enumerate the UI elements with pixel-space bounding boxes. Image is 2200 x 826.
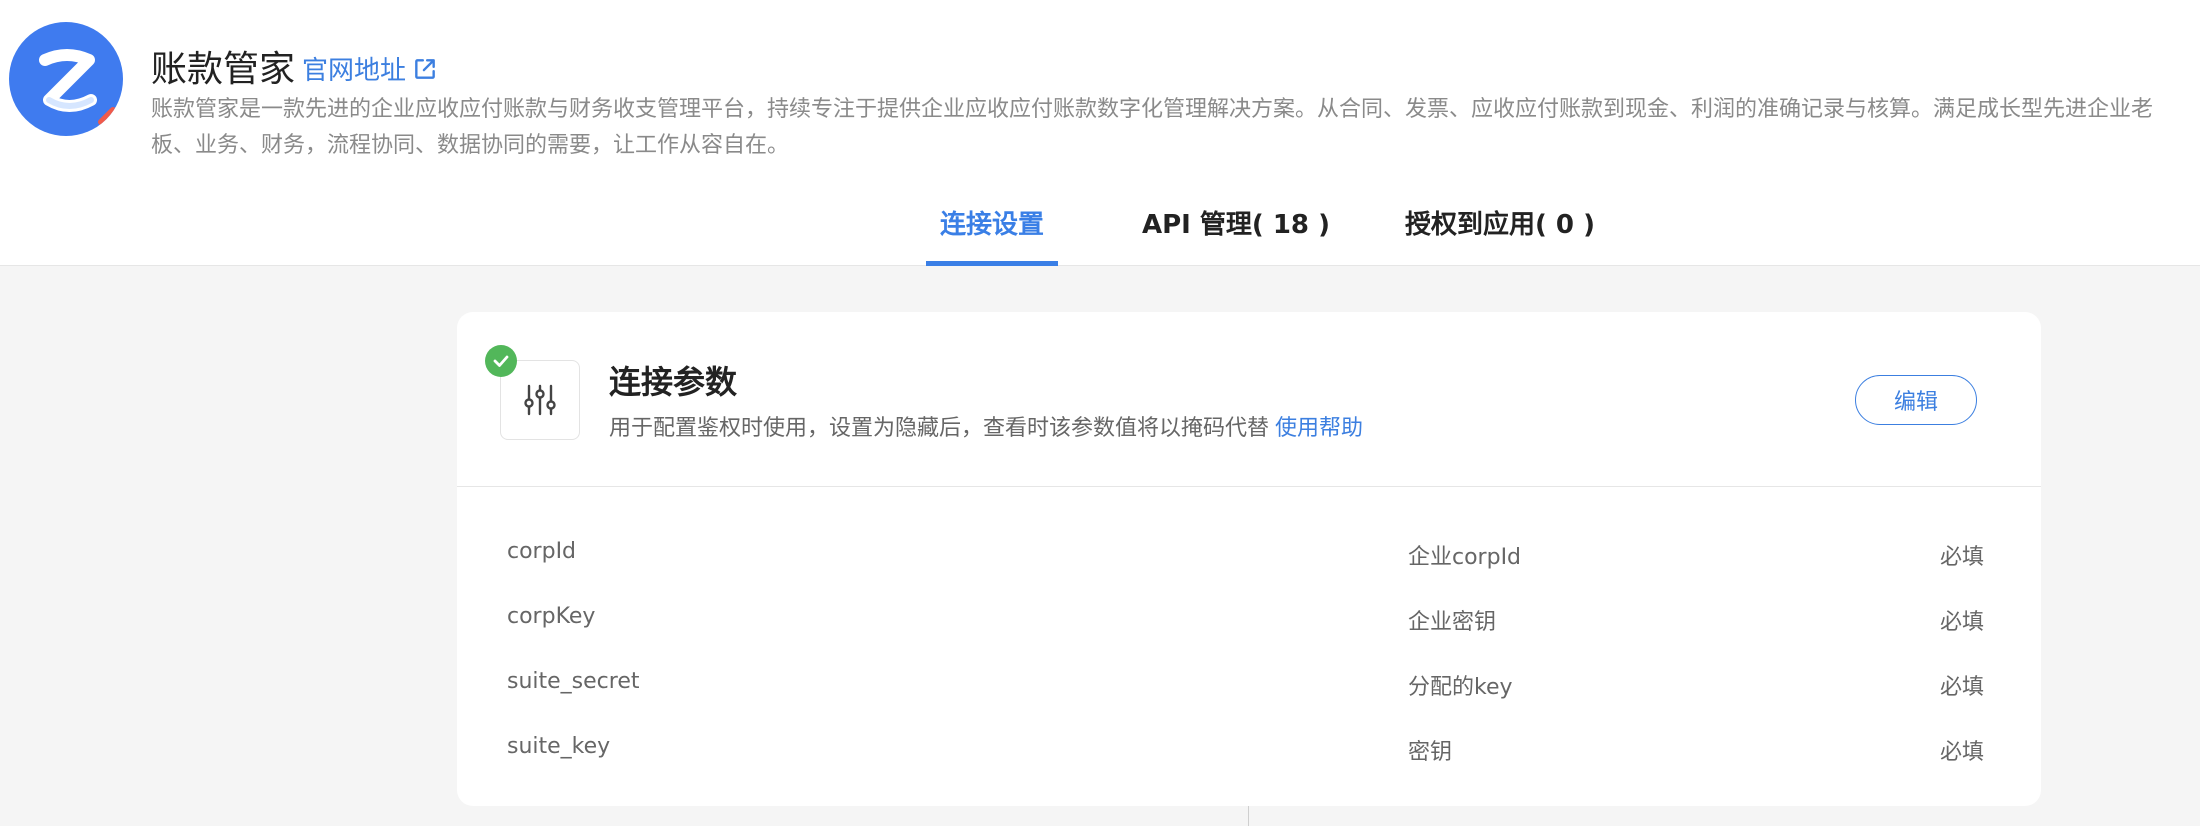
tab-bar: 连接设置 API 管理( 18 ) 授权到应用( 0 ) xyxy=(0,200,2200,266)
param-desc: 分配的key xyxy=(1408,675,1513,700)
param-name: suite_secret xyxy=(507,669,640,694)
z-logo-icon xyxy=(9,22,123,136)
param-required: 必填 xyxy=(1939,740,1984,765)
param-name: corpKey xyxy=(507,604,596,629)
tab-api-management[interactable]: API 管理( 18 ) xyxy=(1142,200,1330,266)
param-desc: 密钥 xyxy=(1408,740,1453,765)
param-required: 必填 xyxy=(1939,545,1984,570)
param-row: corpKey 企业密钥 必填 xyxy=(457,598,2041,638)
official-site-link[interactable]: 官网地址 xyxy=(302,50,438,87)
param-row: corpId 企业corpId 必填 xyxy=(457,533,2041,573)
divider xyxy=(1248,806,1249,826)
connection-params-card: 连接参数 用于配置鉴权时使用，设置为隐藏后，查看时该参数值将以掩码代替 使用帮助 … xyxy=(457,312,2041,806)
official-site-link-label: 官网地址 xyxy=(302,56,407,86)
param-row: suite_secret 分配的key 必填 xyxy=(457,663,2041,703)
param-row: suite_key 密钥 必填 xyxy=(457,728,2041,768)
param-required: 必填 xyxy=(1939,610,1984,635)
param-required: 必填 xyxy=(1939,675,1984,700)
param-name: suite_key xyxy=(507,734,611,759)
help-link[interactable]: 使用帮助 xyxy=(1275,416,1363,441)
param-desc: 企业corpId xyxy=(1408,545,1522,570)
app-header: 账款管家 官网地址 账款管家是一款先进的企业应收应付账款与财务收支管理平台，持续… xyxy=(0,0,2200,266)
tab-connection-settings[interactable]: 连接设置 xyxy=(925,200,1059,266)
param-name: corpId xyxy=(507,539,577,564)
external-link-icon xyxy=(415,58,435,79)
card-subtitle-text: 用于配置鉴权时使用，设置为隐藏后，查看时该参数值将以掩码代替 xyxy=(609,416,1270,441)
app-description: 账款管家是一款先进的企业应收应付账款与财务收支管理平台，持续专注于提供企业应收应… xyxy=(151,97,2154,158)
app-title: 账款管家 xyxy=(151,49,296,90)
tab-authorized-apps[interactable]: 授权到应用( 0 ) xyxy=(1405,200,1595,266)
card-header: 连接参数 用于配置鉴权时使用，设置为隐藏后，查看时该参数值将以掩码代替 使用帮助 … xyxy=(457,312,2041,487)
card-title: 连接参数 xyxy=(609,363,738,401)
edit-button[interactable]: 编辑 xyxy=(1855,375,1977,425)
param-desc: 企业密钥 xyxy=(1408,610,1497,635)
check-icon xyxy=(485,345,517,377)
card-subtitle: 用于配置鉴权时使用，设置为隐藏后，查看时该参数值将以掩码代替 使用帮助 xyxy=(609,410,1363,442)
